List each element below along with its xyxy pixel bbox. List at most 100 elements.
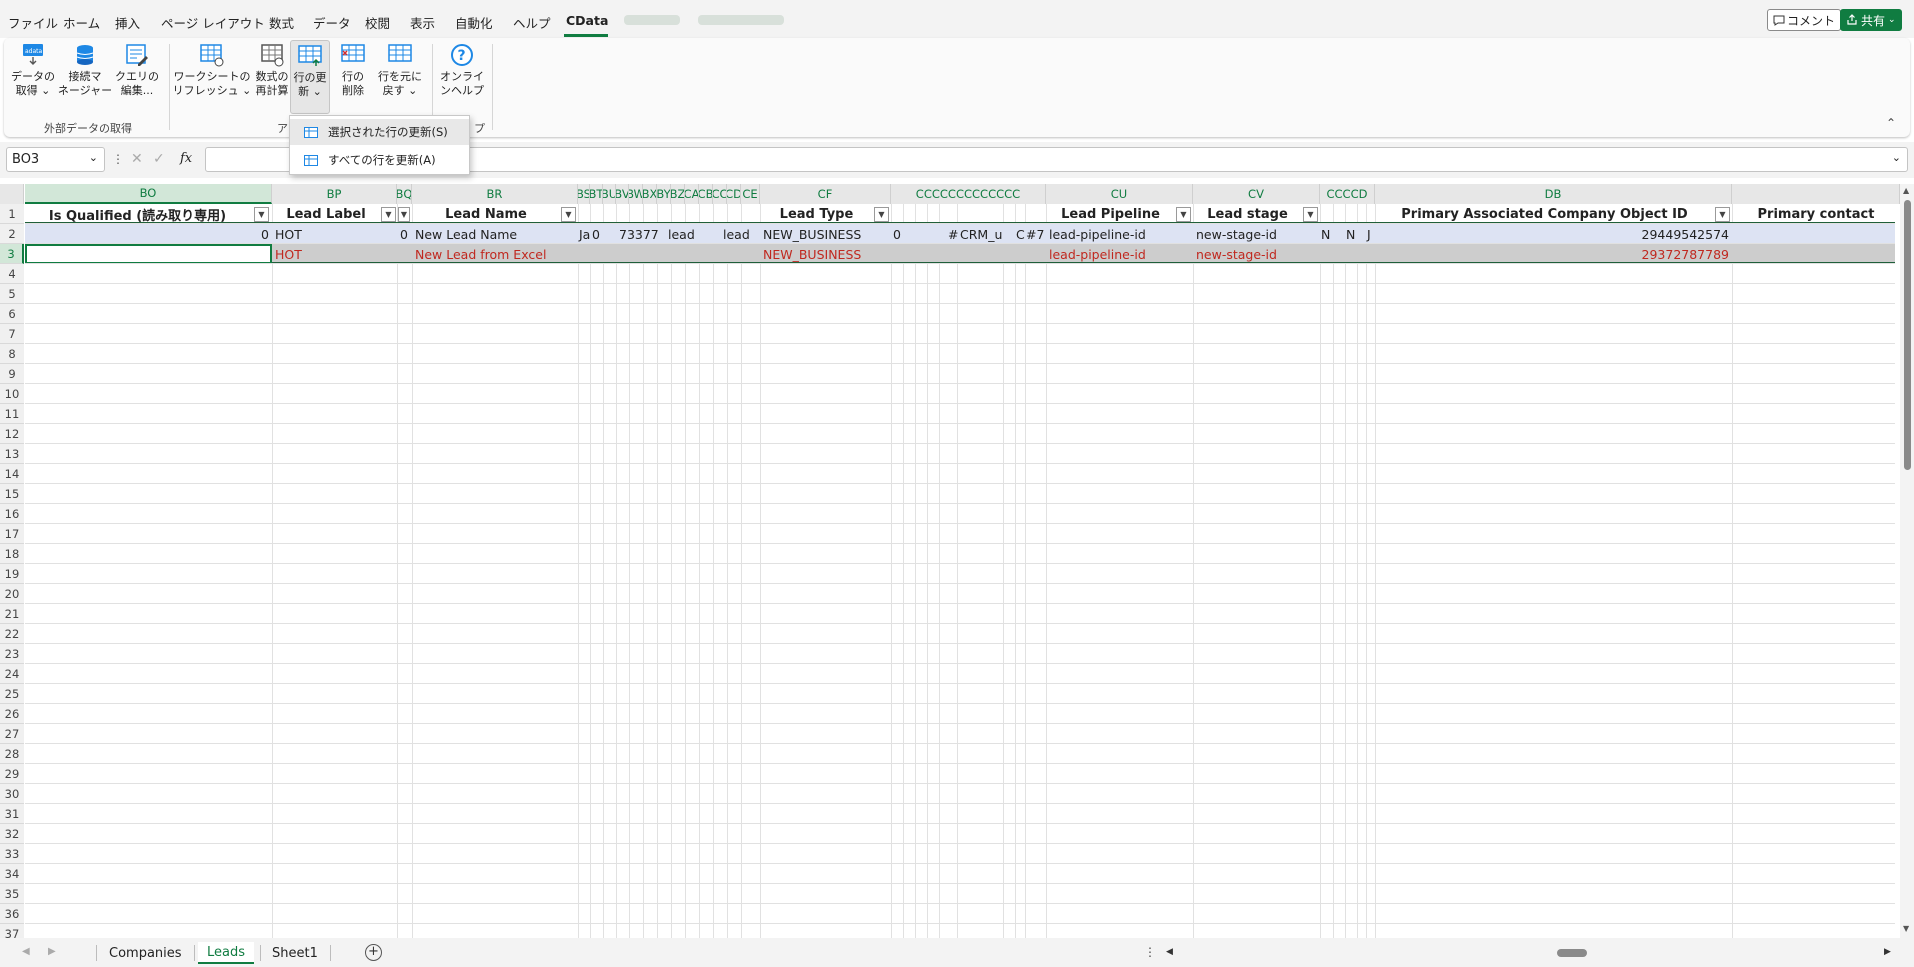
scroll-down-icon[interactable]: ▼ — [1903, 924, 1909, 933]
vertical-scrollbar[interactable]: ▲ ▼ — [1900, 184, 1914, 938]
column-header-group[interactable]: CCCCCCCCCCCCC — [891, 184, 1046, 204]
active-cell[interactable] — [25, 244, 272, 264]
sheet-tab-sheet1[interactable]: Sheet1 — [263, 942, 327, 964]
row-header[interactable]: 30 — [0, 784, 24, 804]
cell[interactable]: 0 — [25, 224, 272, 244]
column-header[interactable]: BX — [643, 184, 657, 204]
cell[interactable]: lead-pipeline-id — [1046, 244, 1193, 264]
row-header[interactable]: 23 — [0, 644, 24, 664]
add-sheet-button[interactable]: + — [365, 944, 382, 961]
row-header[interactable]: 18 — [0, 544, 24, 564]
cell[interactable]: N — [1345, 224, 1357, 244]
cell[interactable]: 29372787789 — [1375, 244, 1732, 264]
row-header[interactable]: 6 — [0, 304, 24, 324]
row-header[interactable]: 29 — [0, 764, 24, 784]
row-header[interactable]: 17 — [0, 524, 24, 544]
column-header[interactable]: BZ — [671, 184, 685, 204]
cell[interactable]: 29449542574 — [1375, 224, 1732, 244]
menu-formulas[interactable]: 数式 — [269, 13, 294, 32]
cell[interactable]: 0 — [590, 224, 603, 244]
more-options-icon[interactable]: ⋮ — [1144, 945, 1156, 959]
row-header[interactable]: 34 — [0, 864, 24, 884]
row-header[interactable]: 7 — [0, 324, 24, 344]
filter-dropdown-icon[interactable]: ▼ — [561, 207, 576, 222]
row-header[interactable]: 32 — [0, 824, 24, 844]
menu-automate[interactable]: 自動化 — [455, 13, 493, 32]
scroll-right-icon[interactable]: ▶ — [1884, 947, 1891, 957]
name-box[interactable]: BO3 ⌄ — [6, 147, 105, 172]
row-header[interactable]: 1 — [0, 204, 24, 224]
column-header[interactable]: CB — [699, 184, 713, 204]
filter-dropdown-icon[interactable]: ▼ — [254, 207, 269, 222]
row-header[interactable]: 14 — [0, 464, 24, 484]
horizontal-scroll-thumb[interactable] — [1557, 949, 1587, 957]
get-data-button[interactable]: adata データの 取得 ⌄ — [11, 42, 55, 98]
insert-function-button[interactable]: fx — [180, 151, 192, 166]
row-header[interactable]: 24 — [0, 664, 24, 684]
recalculate-button[interactable]: 数式の 再計算 — [250, 42, 294, 98]
filter-dropdown-icon[interactable]: ▼ — [398, 207, 410, 222]
cell[interactable]: lead — [720, 224, 760, 244]
row-header[interactable]: 25 — [0, 684, 24, 704]
update-all-rows-item[interactable]: すべての行を更新(A) — [290, 147, 469, 173]
row-header[interactable]: 15 — [0, 484, 24, 504]
cell[interactable]: lead-pipeline-id — [1046, 224, 1193, 244]
filter-dropdown-icon[interactable]: ▼ — [1303, 207, 1318, 222]
cell[interactable]: 73377 — [616, 224, 671, 244]
cell[interactable]: #7 — [1025, 224, 1046, 244]
row-header[interactable]: 33 — [0, 844, 24, 864]
scroll-up-icon[interactable]: ▲ — [1903, 186, 1909, 195]
column-header[interactable]: CD — [727, 184, 741, 204]
menu-insert[interactable]: 挿入 — [115, 13, 140, 32]
column-header-bo[interactable]: BO — [25, 184, 272, 204]
row-header[interactable]: 3 — [0, 244, 24, 264]
column-header[interactable]: BY — [657, 184, 671, 204]
row-header[interactable]: 11 — [0, 404, 24, 424]
row-header[interactable]: 13 — [0, 444, 24, 464]
column-header-cu[interactable]: CU — [1046, 184, 1193, 204]
menu-view[interactable]: 表示 — [410, 13, 435, 32]
row-header[interactable]: 12 — [0, 424, 24, 444]
cell[interactable]: New Lead Name — [412, 224, 578, 244]
vertical-scroll-thumb[interactable] — [1904, 200, 1911, 470]
row-header[interactable]: 20 — [0, 584, 24, 604]
cell[interactable]: NEW_BUSINESS — [760, 244, 891, 264]
edit-query-button[interactable]: クエリの 編集... — [115, 42, 159, 98]
column-header[interactable]: CA — [685, 184, 699, 204]
column-header-group[interactable]: CCCCD — [1320, 184, 1375, 204]
cell[interactable]: Ja — [578, 224, 590, 244]
scroll-left-icon[interactable]: ◀ — [1166, 947, 1173, 957]
enter-icon[interactable]: ✓ — [153, 151, 165, 167]
menu-cdata[interactable]: CData — [566, 13, 608, 28]
row-header[interactable]: 8 — [0, 344, 24, 364]
cell[interactable]: HOT — [272, 244, 397, 264]
update-rows-button[interactable]: 行の更 新 ⌄ — [290, 40, 330, 114]
cell[interactable]: N — [1320, 224, 1333, 244]
prev-sheet-icon[interactable]: ◀ — [22, 946, 30, 957]
row-header[interactable]: 9 — [0, 364, 24, 384]
column-header-bq[interactable]: BQ — [397, 184, 412, 204]
connection-manager-button[interactable]: 接続マ ネージャー — [58, 42, 112, 98]
delete-rows-button[interactable]: 行の 削除 — [336, 42, 370, 98]
column-header[interactable]: BU — [603, 184, 616, 204]
share-button[interactable]: 共有 ⌄ — [1840, 9, 1902, 31]
row-header[interactable]: 16 — [0, 504, 24, 524]
update-selected-rows-item[interactable]: 選択された行の更新(S) — [290, 119, 469, 145]
row-header[interactable]: 36 — [0, 904, 24, 924]
column-header-db[interactable]: DB — [1375, 184, 1732, 204]
menu-page-layout[interactable]: ページ レイアウト — [161, 13, 265, 32]
menu-home[interactable]: ホーム — [63, 13, 100, 32]
online-help-button[interactable]: ? オンライ ンヘルプ — [440, 42, 484, 98]
next-sheet-icon[interactable]: ▶ — [48, 946, 56, 957]
column-header[interactable]: BV — [616, 184, 629, 204]
spreadsheet-grid[interactable]: BO BP BQ BR BS BT BU BV BW BX BY BZ CA C… — [0, 184, 1900, 938]
filter-dropdown-icon[interactable]: ▼ — [1715, 207, 1730, 222]
cell[interactable]: CRM_u — [957, 224, 1003, 244]
row-header[interactable]: 10 — [0, 384, 24, 404]
revert-rows-button[interactable]: 行を元に 戻す ⌄ — [376, 42, 424, 98]
cell[interactable]: 0 — [397, 224, 412, 244]
row-header[interactable]: 21 — [0, 604, 24, 624]
column-header[interactable]: CE — [741, 184, 760, 204]
row-header[interactable]: 5 — [0, 284, 24, 304]
cell[interactable]: J — [1366, 224, 1375, 244]
